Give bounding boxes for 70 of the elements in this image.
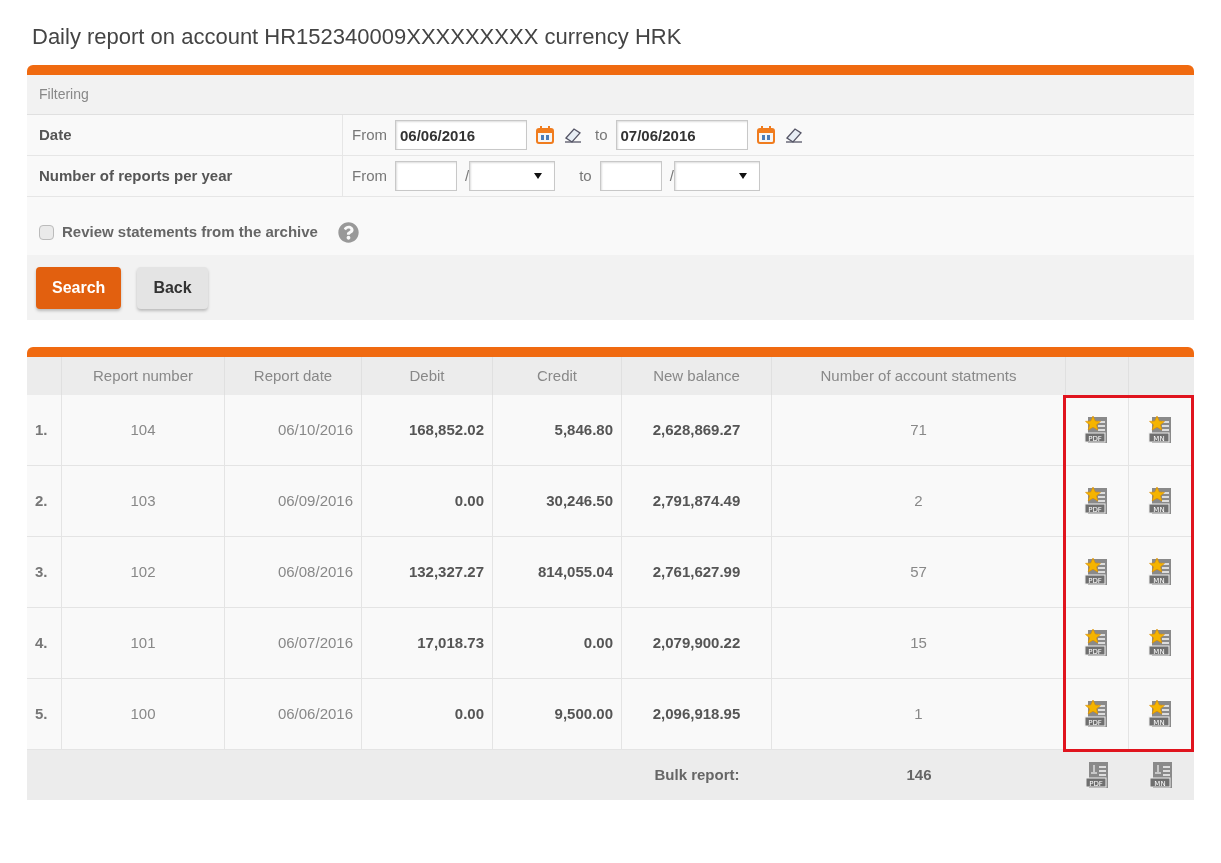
from-label: From [352,124,387,145]
table-cell-text: 06/06/2016 [277,703,353,724]
table-cell-text: 100 [130,703,156,724]
column-header: Number of account statments [820,365,1017,386]
year-dropdown[interactable] [673,161,760,191]
separator: / [669,165,674,186]
archive-label: Review statements from the archive [62,221,318,242]
number-to-field[interactable] [599,161,662,191]
table-cell-text: 15 [910,632,927,653]
row-index: 1. [35,419,48,440]
table-cell-text: 2,079,900.22 [652,632,741,653]
from-label: From [352,165,387,186]
to-label: to [579,165,592,186]
archive-checkbox[interactable] [39,224,54,240]
caret-icon [738,173,747,179]
table-cell-text: 06/08/2016 [277,561,353,582]
table-cell-text: 102 [130,561,156,582]
table-cell-text: 06/10/2016 [277,419,353,440]
table-cell-text: 2,628,869.27 [652,419,741,440]
filter-heading: Filtering [39,85,89,104]
number-from-field[interactable] [395,161,457,191]
year-dropdown[interactable] [469,161,556,191]
table-cell-text: 71 [910,419,927,440]
table-cell-text: 0.00 [454,490,484,511]
row-index: 5. [35,703,48,724]
page-title: Daily report on account HR152340009XXXXXXXXX currency HRK [31,23,683,51]
table-cell-text: 132,327.27 [408,561,484,582]
to-label: to [595,124,608,145]
column-header: Report date [253,365,333,386]
table-cell-text: 2,791,874.49 [652,490,741,511]
help-icon[interactable] [337,221,359,243]
table-cell-text: 814,055.04 [537,561,613,582]
caret-icon [534,173,543,179]
table-cell-text: 2,096,918.95 [652,703,741,724]
row-index: 4. [35,632,48,653]
eraser-icon[interactable] [563,126,583,144]
separator: / [465,165,470,186]
search-button[interactable]: Search [36,266,122,309]
bulk-report-label: Bulk report: [654,764,740,785]
table-cell-text: 168,852.02 [408,419,484,440]
column-header: Debit [409,365,445,386]
bulk-report-total: 146 [906,764,932,785]
table-cell-text: 103 [130,490,156,511]
table-cell-text: 06/09/2016 [277,490,353,511]
table-cell-text: 06/07/2016 [277,632,353,653]
back-button[interactable]: Back [137,266,208,309]
table-cell-text: 1 [914,703,923,724]
reports-label: Number of reports per year [39,165,233,186]
table-cell-text: 0.00 [583,632,613,653]
table-cell-text: 104 [130,419,156,440]
table-cell-text: 0.00 [454,703,484,724]
table-cell-text: 9,500.00 [554,703,613,724]
date-label: Date [39,124,72,145]
table-cell-text: 101 [130,632,156,653]
calendar-icon[interactable] [535,125,555,145]
column-header: New balance [653,365,740,386]
row-index: 2. [35,490,48,511]
table-cell-text: 2 [914,490,923,511]
column-header: Report number [92,365,194,386]
table-cell-text: 2,761,627.99 [652,561,741,582]
table-cell-text: 5,846.80 [554,419,613,440]
row-index: 3. [35,561,48,582]
date-from-field[interactable]: 06/06/2016 [395,120,527,150]
table-cell-text: 17,018.73 [417,632,484,653]
table-cell-text: 57 [910,561,927,582]
column-header: Credit [537,365,577,386]
eraser-icon[interactable] [783,126,804,144]
table-cell-text: 30,246.50 [546,490,613,511]
calendar-icon[interactable] [755,125,776,145]
date-to-field[interactable]: 07/06/2016 [615,120,748,150]
